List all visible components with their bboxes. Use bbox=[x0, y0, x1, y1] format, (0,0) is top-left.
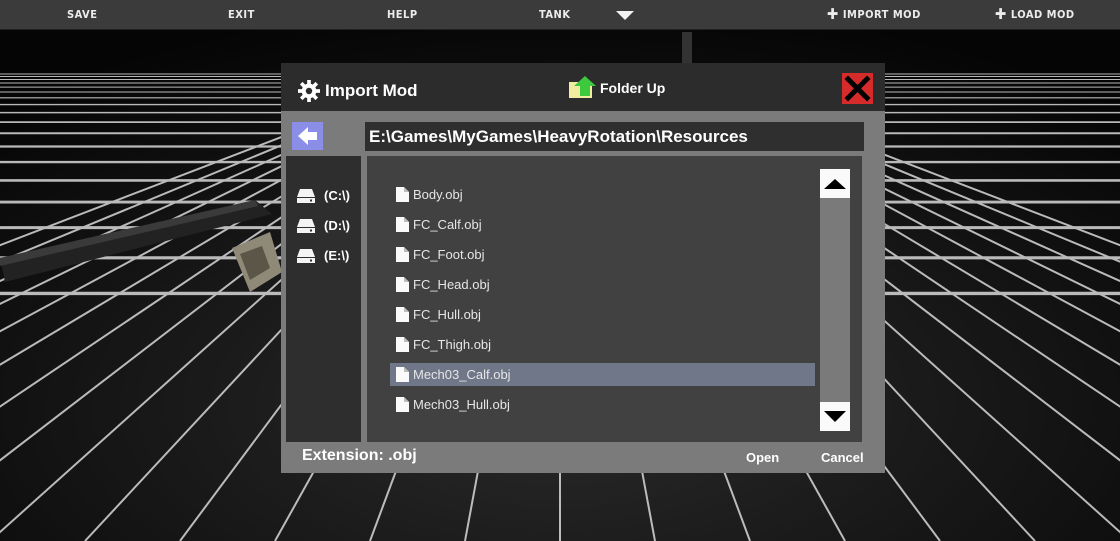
close-button[interactable] bbox=[842, 73, 873, 104]
file-name: Mech03_Calf.obj bbox=[413, 367, 511, 382]
plus-icon: ✚ bbox=[827, 5, 839, 23]
triangle-down-icon bbox=[824, 411, 846, 422]
file-item[interactable]: Body.obj bbox=[390, 183, 815, 206]
drive-label: (D:\) bbox=[324, 218, 350, 233]
back-arrow-icon bbox=[298, 127, 317, 145]
file-item-selected[interactable]: Mech03_Calf.obj bbox=[390, 363, 815, 386]
file-icon bbox=[396, 187, 409, 202]
triangle-up-icon bbox=[824, 179, 846, 189]
file-name: FC_Foot.obj bbox=[413, 247, 485, 262]
scroll-down-button[interactable] bbox=[820, 402, 850, 431]
file-icon bbox=[396, 277, 409, 292]
drive-icon bbox=[297, 189, 315, 203]
vertical-scrollbar[interactable] bbox=[820, 169, 850, 431]
close-x-icon bbox=[844, 75, 871, 102]
top-menu-bar: SAVE EXIT HELP TANK ✚ IMPORT MOD ✚ LOAD MO… bbox=[0, 0, 1120, 30]
drive-icon bbox=[297, 249, 315, 263]
file-list-panel: Body.obj FC_Calf.obj FC_Foot.obj FC_Head… bbox=[367, 156, 862, 442]
import-mod-dialog: Import Mod Folder Up E:\Games\MyGames\He… bbox=[281, 63, 885, 473]
file-name: Mech03_Hull.obj bbox=[413, 397, 510, 412]
drive-icon bbox=[297, 219, 315, 233]
dropdown-arrow-icon[interactable] bbox=[616, 11, 634, 20]
import-mod-menu-button[interactable]: ✚ IMPORT MOD bbox=[827, 0, 921, 29]
file-name: FC_Head.obj bbox=[413, 277, 490, 292]
help-menu-button[interactable]: HELP bbox=[387, 0, 418, 29]
file-icon bbox=[396, 367, 409, 382]
file-name: FC_Thigh.obj bbox=[413, 337, 492, 352]
file-name: FC_Calf.obj bbox=[413, 217, 482, 232]
folder-up-icon bbox=[569, 76, 596, 98]
folder-up-label: Folder Up bbox=[600, 80, 666, 96]
file-name: FC_Hull.obj bbox=[413, 307, 481, 322]
current-path-field[interactable]: E:\Games\MyGames\HeavyRotation\Resources bbox=[365, 122, 864, 151]
drive-label: (E:\) bbox=[324, 248, 350, 263]
file-icon bbox=[396, 307, 409, 322]
scroll-up-button[interactable] bbox=[820, 169, 850, 198]
save-menu-button[interactable]: SAVE bbox=[67, 0, 97, 29]
file-icon bbox=[396, 337, 409, 352]
drive-label: (C:\) bbox=[324, 188, 350, 203]
back-button[interactable] bbox=[292, 122, 323, 150]
cancel-button[interactable]: Cancel bbox=[821, 450, 864, 465]
file-item[interactable]: FC_Hull.obj bbox=[390, 303, 815, 326]
gear-icon bbox=[298, 80, 320, 102]
vehicle-type-dropdown[interactable]: TANK bbox=[539, 0, 571, 29]
file-name: Body.obj bbox=[413, 187, 463, 202]
file-item[interactable]: FC_Foot.obj bbox=[390, 243, 815, 266]
drive-list: (C:\) (D:\) (E:\) bbox=[286, 156, 361, 442]
load-mod-menu-button[interactable]: ✚ LOAD MOD bbox=[995, 0, 1075, 29]
dialog-header: Import Mod Folder Up bbox=[281, 63, 885, 111]
import-mod-label: IMPORT MOD bbox=[842, 8, 921, 21]
plus-icon: ✚ bbox=[995, 5, 1007, 23]
file-icon bbox=[396, 217, 409, 232]
scrollbar-thumb[interactable] bbox=[823, 203, 847, 255]
dialog-title: Import Mod bbox=[325, 81, 418, 100]
file-icon bbox=[396, 247, 409, 262]
open-button[interactable]: Open bbox=[746, 450, 779, 465]
file-item[interactable]: FC_Thigh.obj bbox=[390, 333, 815, 356]
file-item[interactable]: FC_Head.obj bbox=[390, 273, 815, 296]
file-icon bbox=[396, 397, 409, 412]
load-mod-label: LOAD MOD bbox=[1010, 8, 1075, 21]
extension-filter-label: Extension: .obj bbox=[302, 447, 417, 464]
file-item[interactable]: FC_Calf.obj bbox=[390, 213, 815, 236]
file-item[interactable]: Mech03_Hull.obj bbox=[390, 393, 815, 416]
exit-menu-button[interactable]: EXIT bbox=[228, 0, 255, 29]
